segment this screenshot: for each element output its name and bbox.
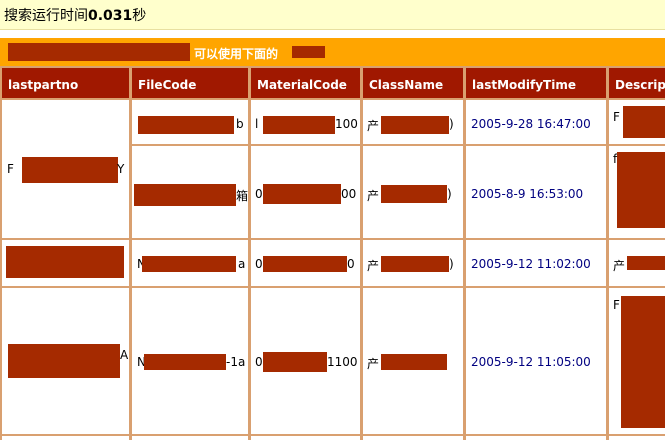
column-header-classname[interactable]: ClassName: [363, 68, 463, 98]
redacted-block: [292, 46, 325, 58]
redacted-block: [138, 116, 234, 134]
banner-message: 可以使用下面的: [194, 47, 279, 61]
column-header-lastmodifytime[interactable]: lastModifyTime: [466, 68, 606, 98]
table-cell-lastmodifytime: 2005-9-12 11:05:00: [466, 288, 606, 434]
table-cell-materialcode: l 100: [251, 100, 360, 144]
table-cell-lastpartno: F Y: [2, 100, 129, 238]
table-cell-lastpartno: [2, 436, 129, 440]
table-cell-materialcode: 0 1100: [251, 288, 360, 434]
table-cell-classname: 产 ): [363, 146, 463, 238]
table-cell-lastmodifytime: 2005-9-28 16:47:00: [466, 100, 606, 144]
results-table: lastpartno FileCode MaterialCode ClassNa…: [0, 66, 665, 440]
table-cell-lastmodifytime: 2005-8-9 16:53:00: [466, 146, 606, 238]
column-header-descript[interactable]: Descript: [609, 68, 665, 98]
table-cell-classname: 产: [363, 288, 463, 434]
table-cell-classname: 产 ): [363, 100, 463, 144]
result-banner: 可以使用下面的: [0, 38, 665, 66]
table-cell-descript: f: [609, 146, 665, 238]
search-time-text: 搜索运行时间0.031秒: [4, 5, 146, 25]
table-cell-descript: F: [609, 100, 665, 144]
redacted-block: [381, 256, 449, 272]
redacted-block: [621, 296, 665, 428]
search-time-bar: 搜索运行时间0.031秒: [0, 0, 665, 30]
table-cell-classname: 产 ): [363, 240, 463, 286]
table-cell-lastmodifytime: [466, 436, 606, 440]
redacted-block: [381, 116, 449, 134]
table-cell-lastpartno: F: [2, 240, 129, 286]
table-cell-materialcode: [251, 436, 360, 440]
search-time-unit: 秒: [132, 8, 147, 24]
column-header-lastpartno[interactable]: lastpartno: [2, 68, 129, 98]
redacted-block: [144, 354, 226, 370]
redacted-block: [263, 184, 341, 204]
table-cell-classname: [363, 436, 463, 440]
redacted-block: [381, 185, 447, 203]
redacted-block: [134, 184, 236, 206]
column-header-filecode[interactable]: FileCode: [132, 68, 248, 98]
redacted-block: [627, 256, 665, 270]
redacted-block: [142, 256, 236, 272]
table-cell-filecode: [132, 436, 248, 440]
redacted-block: [263, 116, 335, 134]
table-cell-filecode: N -1a: [132, 288, 248, 434]
table-cell-filecode: b: [132, 100, 248, 144]
table-cell-descript: [609, 436, 665, 440]
table-cell-descript: 产: [609, 240, 665, 286]
table-cell-lastmodifytime: 2005-9-12 11:02:00: [466, 240, 606, 286]
redacted-block: [8, 344, 120, 378]
redacted-block: [263, 256, 347, 272]
table-cell-descript: F: [609, 288, 665, 434]
redacted-block: [263, 352, 327, 372]
redacted-block: [381, 354, 447, 370]
search-time-label: 搜索运行时间: [4, 8, 88, 24]
search-time-value: 0.031: [88, 8, 133, 24]
redacted-block: [617, 152, 665, 228]
table-cell-lastpartno: F A: [2, 288, 129, 434]
redacted-block: [8, 43, 190, 61]
table-cell-materialcode: 0 00: [251, 146, 360, 238]
column-header-materialcode[interactable]: MaterialCode: [251, 68, 360, 98]
redacted-block: [22, 157, 118, 183]
redacted-block: [6, 246, 124, 278]
redacted-block: [623, 106, 665, 138]
table-cell-filecode: 箱: [132, 146, 248, 238]
table-cell-materialcode: 0 0: [251, 240, 360, 286]
table-cell-filecode: N a: [132, 240, 248, 286]
